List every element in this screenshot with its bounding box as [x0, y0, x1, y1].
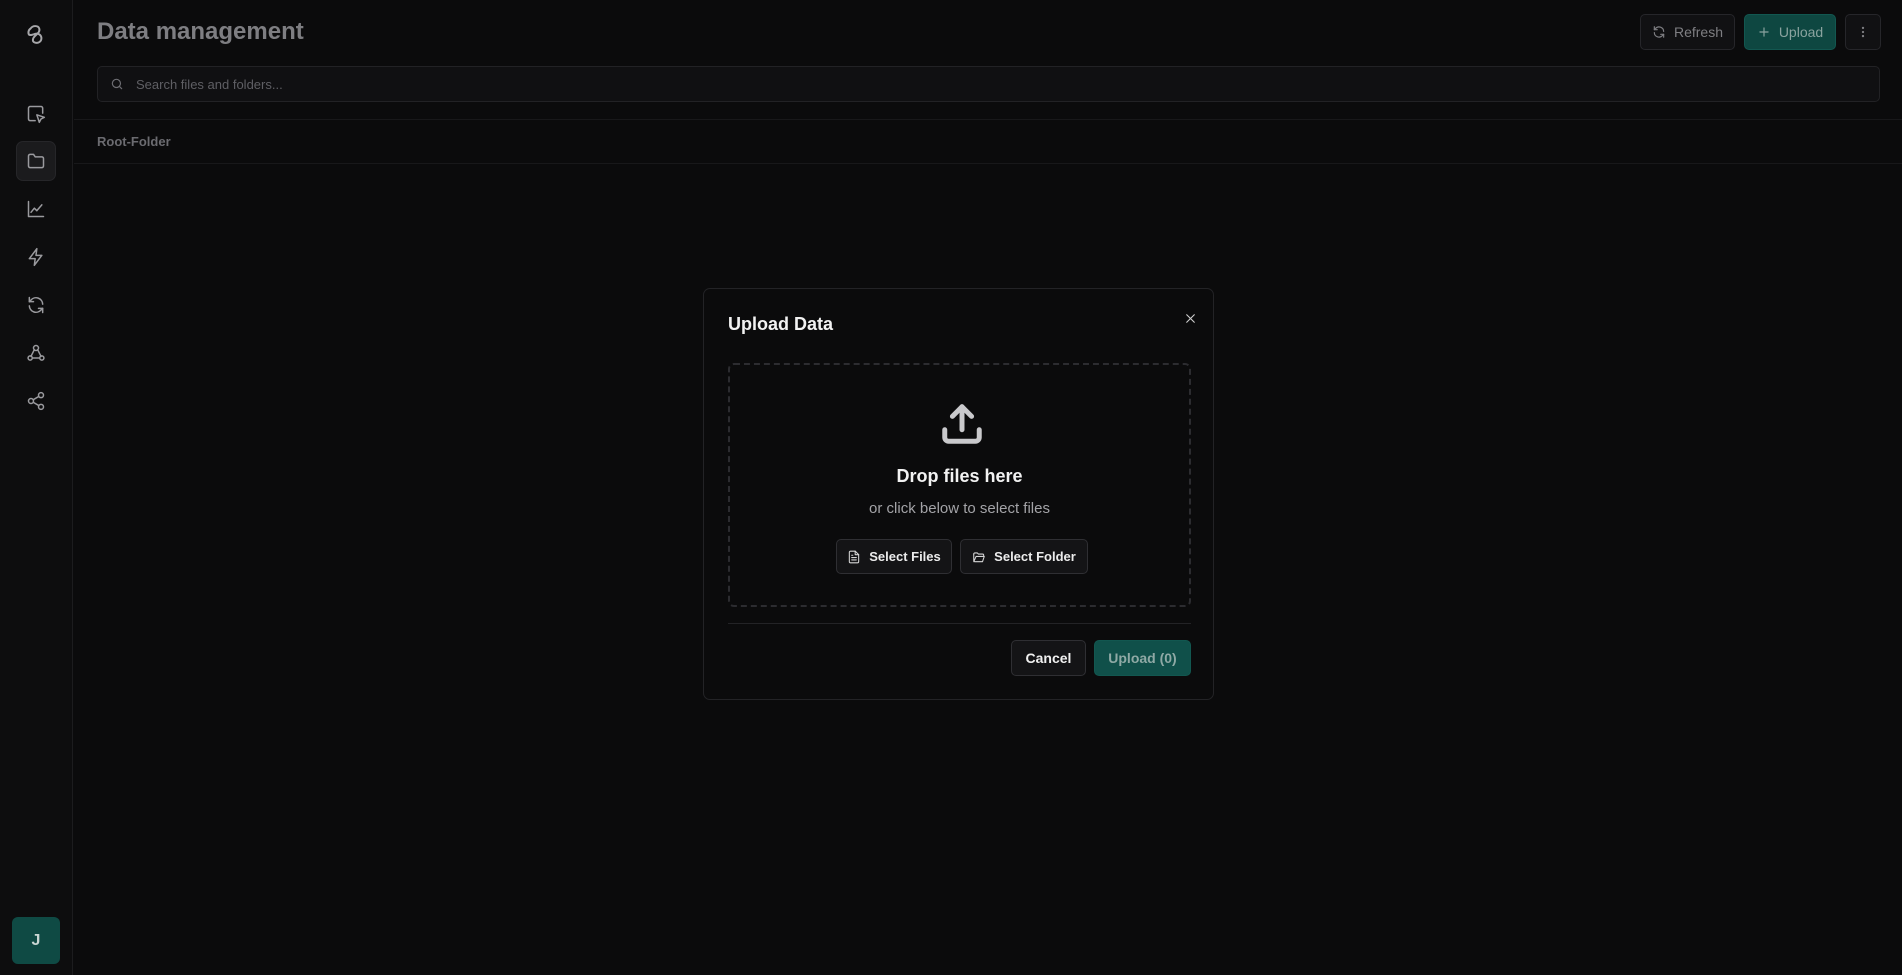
sidebar-item-webhooks[interactable] [16, 333, 56, 373]
webhook-icon [27, 344, 45, 361]
search-bar [97, 66, 1880, 102]
drop-title: Drop files here [896, 466, 1023, 486]
sidebar-item-editor[interactable] [16, 94, 56, 134]
breadcrumb: Root-Folder [74, 119, 1902, 164]
select-folder-button[interactable]: Select Folder [960, 539, 1088, 574]
cancel-button[interactable]: Cancel [1011, 640, 1086, 676]
avatar[interactable]: J [12, 917, 60, 964]
more-options-button[interactable] [1845, 14, 1881, 50]
refresh-button[interactable]: Refresh [1640, 14, 1735, 50]
dropzone[interactable]: Drop files here or click below to select… [728, 363, 1191, 607]
folder-open-icon [973, 551, 985, 562]
app-logo-icon[interactable] [21, 20, 51, 50]
plus-icon [1759, 27, 1769, 37]
sidebar-item-data[interactable] [16, 141, 56, 181]
upload-button[interactable]: Upload [1744, 14, 1836, 50]
close-button[interactable] [1182, 310, 1198, 326]
search-input[interactable] [136, 76, 1836, 92]
pointer-square-icon [27, 105, 46, 124]
search-icon [111, 78, 123, 90]
sidebar: J [0, 0, 73, 975]
upload-data-modal: Upload Data Drop files here or click bel… [703, 288, 1214, 700]
select-files-button[interactable]: Select Files [836, 539, 952, 574]
select-folder-label: Select Folder [994, 549, 1076, 564]
upload-label: Upload [1778, 24, 1824, 40]
upload-icon [939, 401, 985, 447]
sidebar-item-analytics[interactable] [16, 189, 56, 229]
modal-divider [728, 623, 1191, 624]
drop-subtitle: or click below to select files [869, 500, 1050, 517]
more-vertical-icon [1861, 26, 1865, 38]
page-title: Data management [97, 18, 304, 45]
lightning-icon [28, 247, 43, 267]
refresh-icon [1653, 26, 1665, 38]
line-chart-icon [27, 200, 45, 218]
sidebar-item-sync[interactable] [16, 285, 56, 325]
refresh-icon [28, 296, 44, 314]
sidebar-item-actions[interactable] [16, 237, 56, 277]
folder-icon [27, 153, 45, 169]
select-files-label: Select Files [869, 549, 941, 564]
sidebar-item-share[interactable] [16, 381, 56, 421]
close-icon [1185, 313, 1195, 323]
refresh-label: Refresh [1673, 24, 1724, 40]
file-icon [849, 550, 860, 563]
modal-title: Upload Data [728, 314, 834, 334]
share-icon [27, 391, 45, 411]
breadcrumb-root[interactable]: Root-Folder [97, 134, 171, 149]
upload-submit-button[interactable]: Upload (0) [1094, 640, 1191, 676]
